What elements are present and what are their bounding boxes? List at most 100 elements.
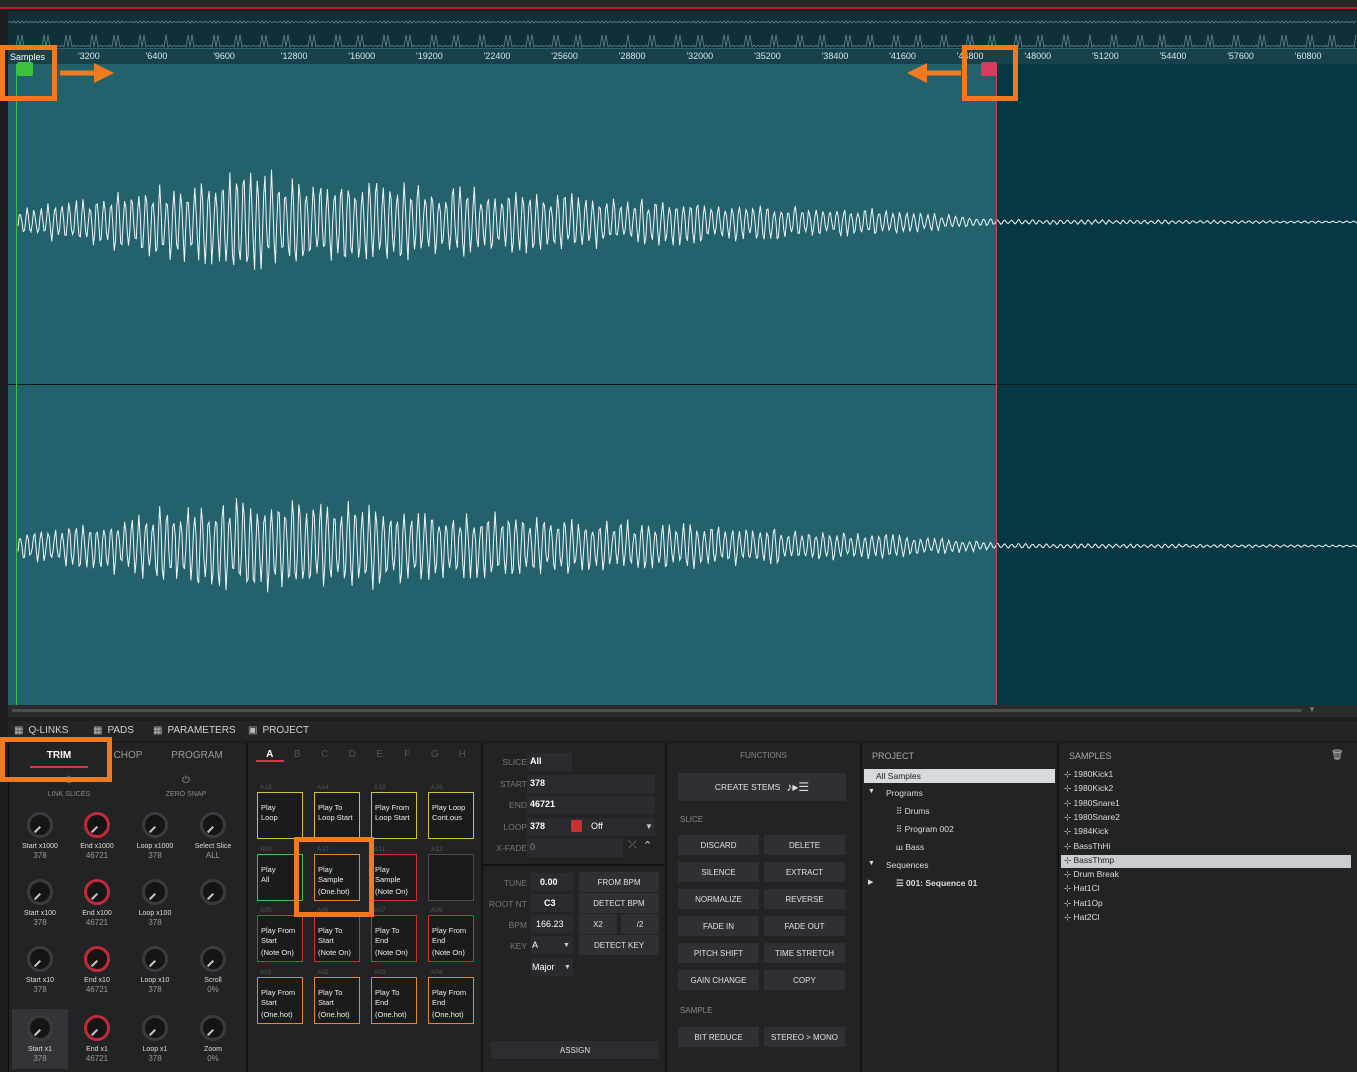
pad-a06[interactable]: A06 Play To Start (Note On)	[314, 907, 360, 962]
knob-dial-icon[interactable]	[200, 812, 226, 838]
qlink-knob[interactable]: End x10 46721	[69, 940, 125, 1000]
pad-a02[interactable]: A02 Play To Start (One.hot)	[314, 969, 360, 1024]
qlink-knob[interactable]	[185, 873, 241, 933]
tree-sequence-01[interactable]: ☰ 001: Sequence 01	[896, 878, 977, 889]
fn-discard-button[interactable]: DISCARD	[678, 835, 759, 855]
sample-list-item[interactable]: ⊹ 1980Snare2	[1061, 812, 1351, 825]
pad-a04[interactable]: A04 Play From End (One.hot)	[428, 969, 474, 1024]
qlink-knob[interactable]: Start x1000 378	[12, 806, 68, 866]
assign-button[interactable]: ASSIGN	[491, 1041, 659, 1059]
sample-list-item[interactable]: ⊹ 1984Kick	[1061, 826, 1351, 839]
scrollbar-thumb[interactable]	[12, 709, 1302, 712]
fn-pitch-shift-button[interactable]: PITCH SHIFT	[678, 943, 759, 963]
bank-d-button[interactable]: D	[339, 749, 367, 762]
bank-g-button[interactable]: G	[421, 749, 449, 762]
pad-a13[interactable]: A13 Play Loop	[257, 784, 303, 839]
tab-project[interactable]: ▣ PROJECT	[248, 725, 309, 736]
crossfade-curve-icon[interactable]: ⌃	[643, 839, 652, 852]
crossfade-linear-icon[interactable]: ⤫	[628, 839, 637, 852]
knob-dial-icon[interactable]	[200, 879, 226, 905]
pad-a11[interactable]: A11 Play Sample (Note On)	[371, 846, 417, 901]
from-bpm-button[interactable]: FROM BPM	[579, 872, 659, 892]
sample-list-item[interactable]: ⊹ BassThmp	[1061, 854, 1351, 868]
pad-a07[interactable]: A07 Play To End (Note On)	[371, 907, 417, 962]
tree-programs[interactable]: Programs	[886, 788, 923, 798]
bank-h-button[interactable]: H	[449, 749, 477, 762]
knob-dial-icon[interactable]	[200, 1015, 226, 1041]
knob-dial-icon[interactable]	[27, 812, 53, 838]
fn-gain-change-button[interactable]: GAIN CHANGE	[678, 970, 759, 990]
qlink-knob[interactable]: End x1000 46721	[69, 806, 125, 866]
knob-dial-icon[interactable]	[84, 812, 110, 838]
pad-a05[interactable]: A05 Play From Start (Note On)	[257, 907, 303, 962]
qlink-knob[interactable]: Start x100 378	[12, 873, 68, 933]
knob-dial-icon[interactable]	[142, 1015, 168, 1041]
knob-dial-icon[interactable]	[84, 879, 110, 905]
fn-normalize-button[interactable]: NORMALIZE	[678, 889, 759, 909]
knob-dial-icon[interactable]	[200, 946, 226, 972]
sample-list-item[interactable]: ⊹ Hat1Op	[1061, 898, 1351, 911]
sample-list-item[interactable]: ⊹ BassThHi	[1061, 841, 1351, 854]
pad-a14[interactable]: A14 Play To Loop Start	[314, 784, 360, 839]
qlink-knob[interactable]: Start x1 378	[12, 1009, 68, 1069]
qlink-knob[interactable]: Start x10 378	[12, 940, 68, 1000]
scale-dropdown-icon[interactable]: ▼	[564, 964, 571, 971]
tab-parameters[interactable]: ▦ PARAMETERS	[153, 725, 236, 736]
detect-key-button[interactable]: DETECT KEY	[579, 935, 659, 955]
qlink-knob[interactable]: Scroll 0%	[185, 940, 241, 1000]
fn-silence-button[interactable]: SILENCE	[678, 862, 759, 882]
knob-dial-icon[interactable]	[27, 1015, 53, 1041]
knob-dial-icon[interactable]	[84, 946, 110, 972]
sequence-collapse-icon[interactable]: ▶	[868, 878, 873, 886]
sample-list-item[interactable]: ⊹ Hat2Cl	[1061, 912, 1351, 925]
pad-a12[interactable]: A12	[428, 846, 474, 901]
pad-a03[interactable]: A03 Play To End (One.hot)	[371, 969, 417, 1024]
qlink-knob[interactable]: Select Slice ALL	[185, 806, 241, 866]
bpm-double-button[interactable]: X2	[579, 914, 617, 934]
bank-c-button[interactable]: C	[311, 749, 339, 762]
loop-lock-icon[interactable]	[571, 820, 582, 832]
sample-list-item[interactable]: ⊹ 1980Kick2	[1061, 783, 1351, 796]
tree-program-drums[interactable]: ⠿ Drums	[896, 806, 930, 817]
start-field[interactable]	[527, 775, 655, 793]
knob-dial-icon[interactable]	[27, 879, 53, 905]
pad-a16[interactable]: A16 Play Loop Cont.ous	[428, 784, 474, 839]
scroll-down-icon[interactable]: ▼	[1308, 705, 1316, 714]
qlink-knob[interactable]: Loop x10 378	[127, 940, 183, 1000]
knob-dial-icon[interactable]	[142, 946, 168, 972]
pad-a01[interactable]: A01 Play From Start (One.hot)	[257, 969, 303, 1024]
knob-dial-icon[interactable]	[142, 879, 168, 905]
bank-a-button[interactable]: A	[256, 749, 284, 762]
tree-program-bass[interactable]: ш Bass	[896, 842, 924, 852]
bank-f-button[interactable]: F	[394, 749, 422, 762]
waveform-display[interactable]	[8, 64, 1357, 705]
sequences-expand-icon[interactable]: ▼	[868, 860, 875, 867]
bpm-half-button[interactable]: /2	[621, 914, 659, 934]
stereo-to-mono-button[interactable]: STEREO > MONO	[764, 1027, 845, 1047]
fn-fade-out-button[interactable]: FADE OUT	[764, 916, 845, 936]
tab-pads[interactable]: ▦ PADS	[93, 725, 134, 736]
qlink-knob[interactable]: End x1 46721	[69, 1009, 125, 1069]
fn-extract-button[interactable]: EXTRACT	[764, 862, 845, 882]
horizontal-scrollbar[interactable]: ▼	[8, 705, 1357, 717]
loop-mode-dropdown-icon[interactable]: ▼	[645, 822, 653, 831]
detect-bpm-button[interactable]: DETECT BPM	[579, 893, 659, 913]
bank-b-button[interactable]: B	[284, 749, 312, 762]
key-dropdown-icon[interactable]: ▼	[563, 942, 570, 949]
tree-all-samples[interactable]: All Samples	[864, 769, 1055, 783]
fn-fade-in-button[interactable]: FADE IN	[678, 916, 759, 936]
waveform-overview[interactable]	[8, 11, 1357, 49]
fn-time-stretch-button[interactable]: TIME STRETCH	[764, 943, 845, 963]
create-stems-button[interactable]: CREATE STEMS ♪▸☰	[678, 773, 846, 801]
sample-list-item[interactable]: ⊹ 1980Snare1	[1061, 798, 1351, 811]
programs-expand-icon[interactable]: ▼	[868, 788, 875, 795]
sample-ruler[interactable]: Samples '3200'6400'9600'12800'16000'1920…	[8, 48, 1357, 64]
knob-dial-icon[interactable]	[84, 1015, 110, 1041]
pad-a15[interactable]: A15 Play From Loop Start	[371, 784, 417, 839]
qlink-knob[interactable]: Loop x1000 378	[127, 806, 183, 866]
fn-copy-button[interactable]: COPY	[764, 970, 845, 990]
fn-reverse-button[interactable]: REVERSE	[764, 889, 845, 909]
sample-list-item[interactable]: ⊹ 1980Kick1	[1061, 769, 1351, 782]
knob-dial-icon[interactable]	[27, 946, 53, 972]
sample-list-item[interactable]: ⊹ Hat1Cl	[1061, 883, 1351, 896]
